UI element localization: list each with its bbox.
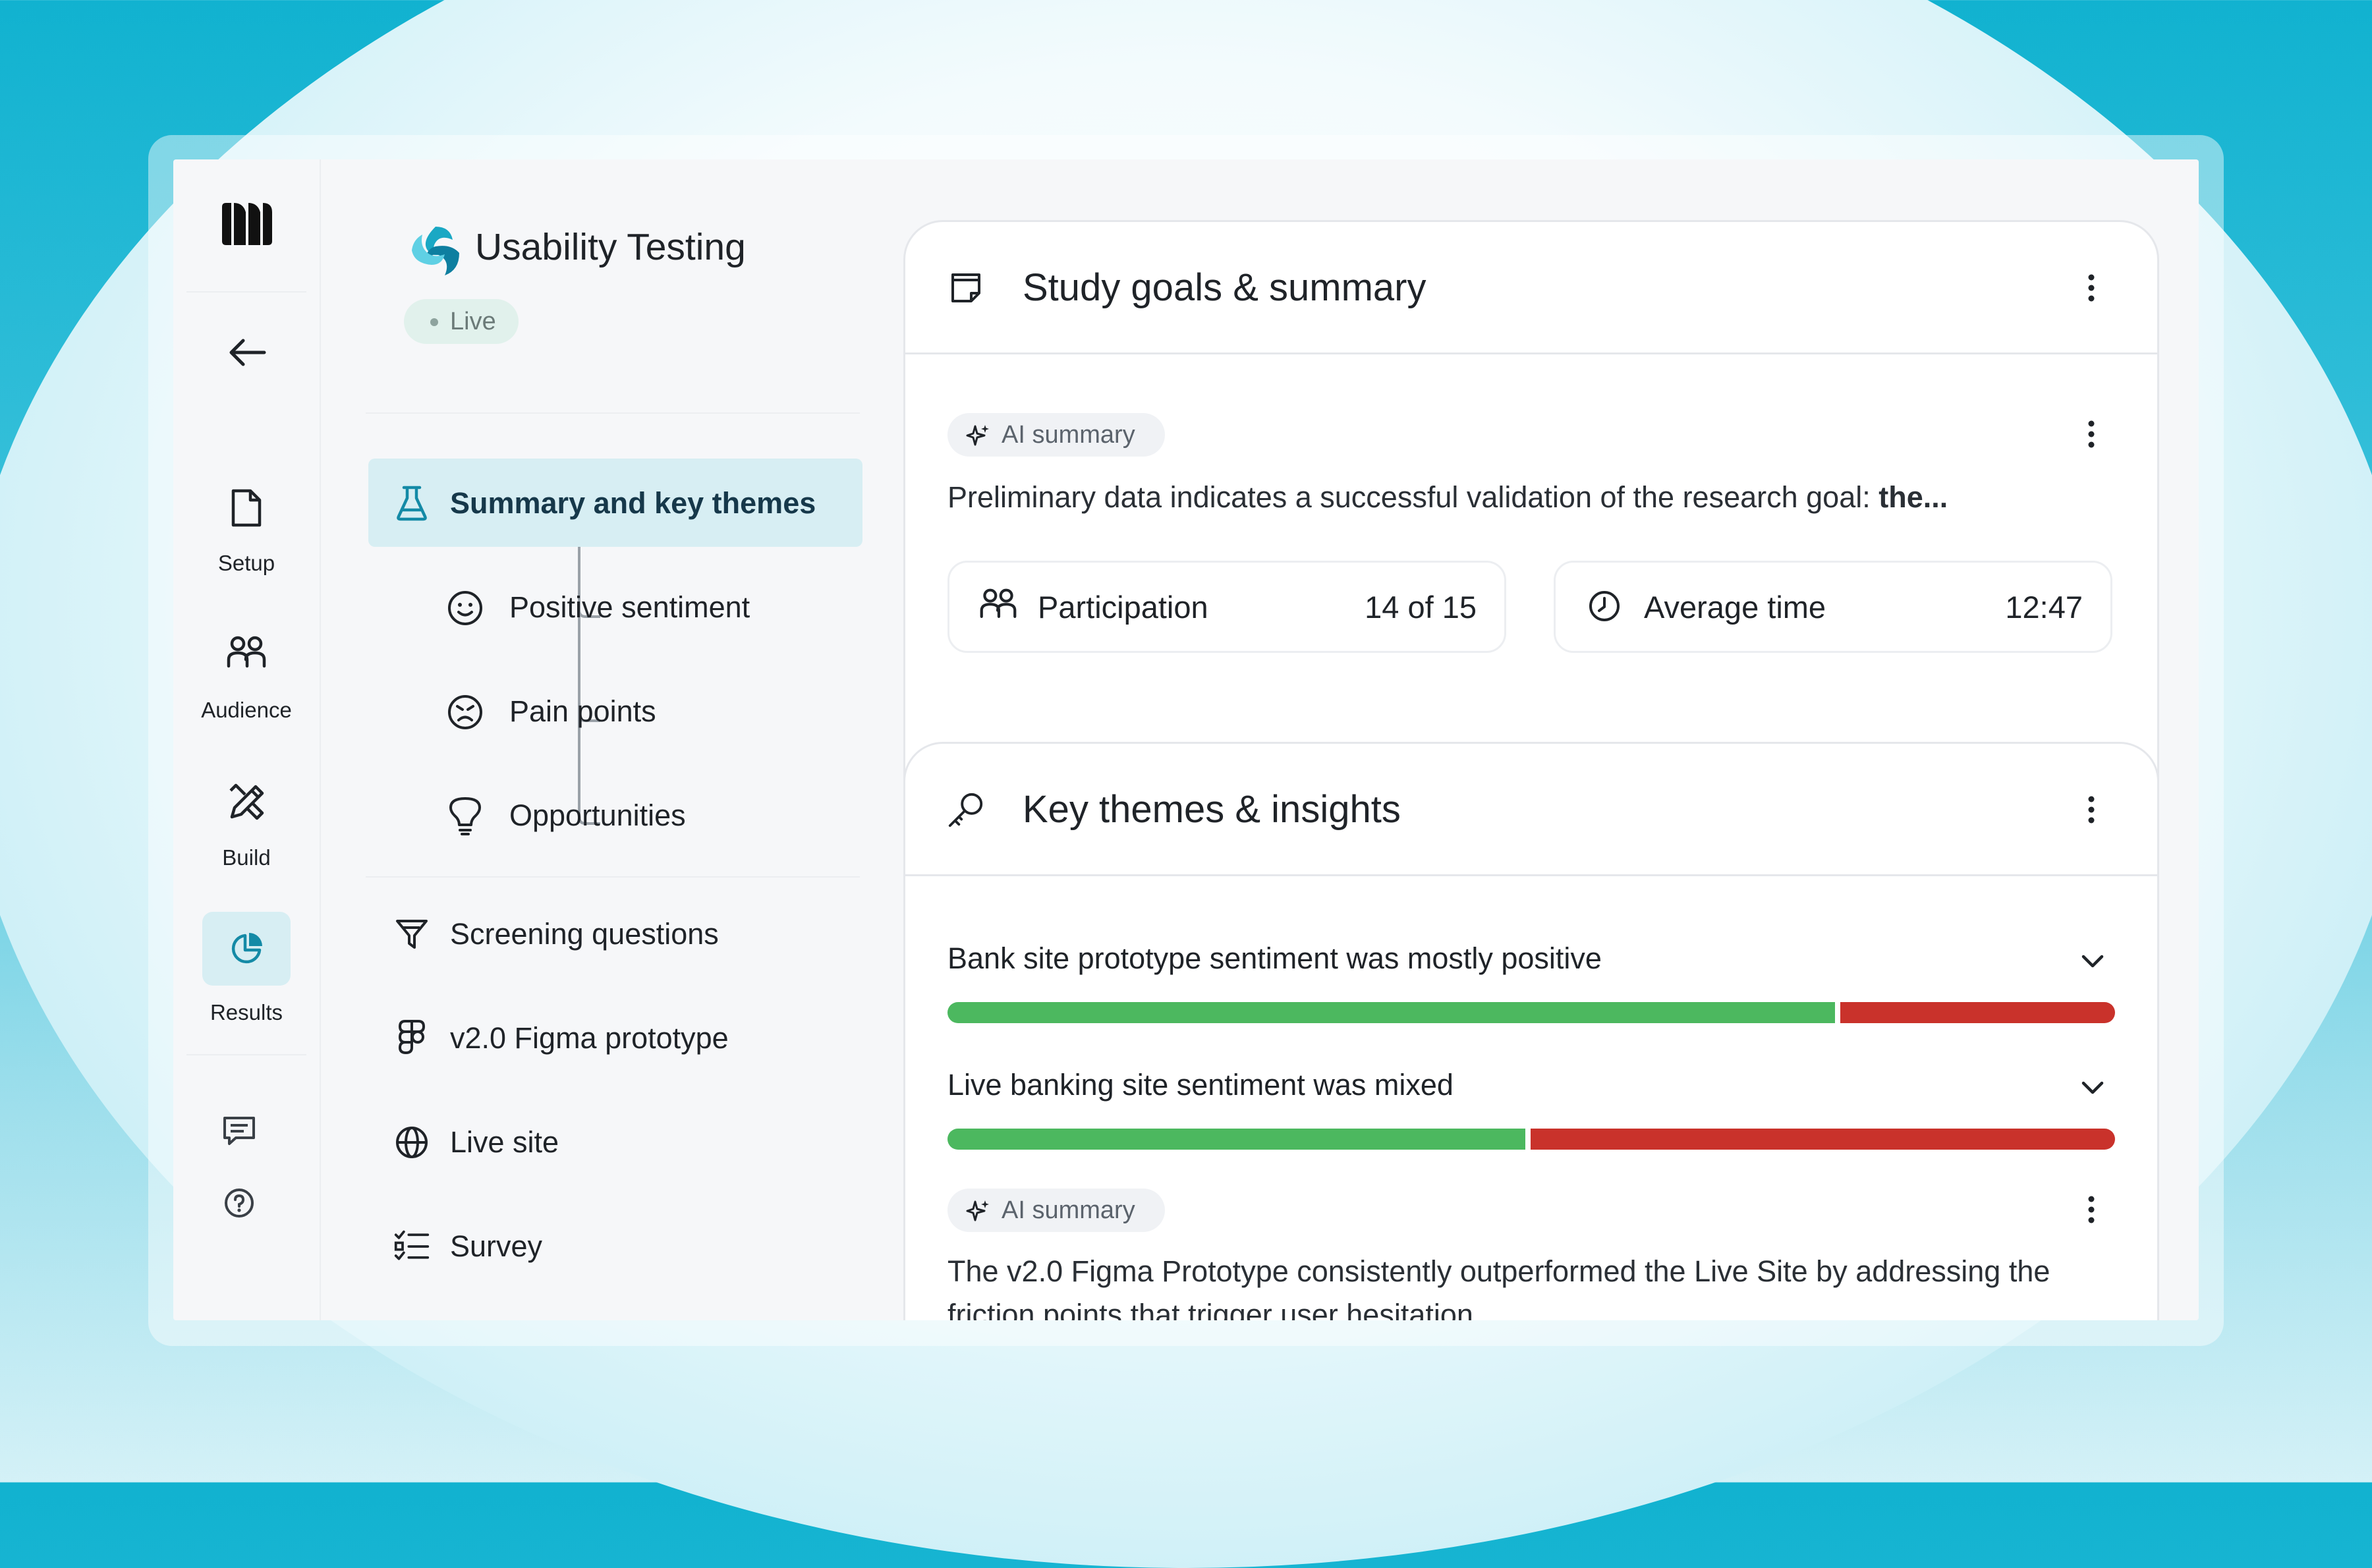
summary-body: Preliminary data indicates a successful … — [947, 480, 1879, 514]
ai-summary-badge: AI summary — [947, 413, 1165, 457]
arrow-left-icon — [229, 339, 266, 366]
status-dot — [430, 318, 438, 326]
nav-subitem-opportunities[interactable]: Opportunities — [432, 771, 853, 859]
status-label: Live — [450, 308, 496, 335]
globe-icon — [393, 1124, 430, 1161]
nav-item-screening-questions[interactable]: Screening questions — [368, 889, 862, 978]
sparkle-icon — [966, 425, 989, 446]
rail-item-audience[interactable]: Audience — [185, 625, 308, 750]
nav-label-figma-prototype: v2.0 Figma prototype — [450, 1021, 729, 1055]
nav-label-live-site: Live site — [450, 1125, 559, 1159]
average-time-stat: Average time 12:47 — [1554, 561, 2112, 653]
figma-icon — [393, 1020, 430, 1057]
nav-label-screening-questions: Screening questions — [450, 917, 719, 951]
project-logo-icon — [404, 220, 467, 283]
ai-summary-label: AI summary — [1002, 1196, 1135, 1224]
rail-divider — [186, 1054, 306, 1055]
nav-item-summary-and-key-themes[interactable]: Summary and key themes — [368, 459, 862, 547]
insight-text: The v2.0 Figma Prototype consistently ou… — [947, 1254, 2050, 1320]
participation-label: Participation — [1038, 590, 1208, 625]
ai-summary-label: AI summary — [1002, 421, 1135, 449]
summary-emphasis: the... — [1878, 480, 1948, 514]
theme-row[interactable]: Bank site prototype sentiment was mostly… — [947, 941, 2115, 1040]
nav-label-survey: Survey — [450, 1229, 543, 1263]
nav-label-summary: Summary and key themes — [450, 486, 816, 520]
nav-item-survey[interactable]: Survey — [368, 1202, 862, 1290]
status-badge: Live — [404, 299, 519, 344]
people-icon — [977, 585, 1019, 627]
rail-label-setup: Setup — [217, 551, 275, 575]
more-options-button[interactable] — [2078, 414, 2104, 454]
chat-icon[interactable] — [221, 1112, 258, 1149]
sentiment-bar — [947, 1129, 2115, 1150]
rail-divider — [186, 291, 306, 293]
chevron-down-icon[interactable] — [2078, 947, 2107, 976]
participation-stat: Participation 14 of 15 — [947, 561, 1506, 653]
icon-rail: Setup Audience Build Results — [173, 159, 321, 1320]
key-themes-card: Key themes & insights Bank site prototyp… — [903, 742, 2159, 1320]
negative-segment — [1531, 1129, 2115, 1150]
average-time-value: 12:47 — [2005, 590, 2083, 625]
nav-label-opportunities: Opportunities — [509, 798, 686, 832]
card-title: Study goals & summary — [1023, 266, 1426, 309]
negative-segment — [1840, 1002, 2115, 1023]
sentiment-bar — [947, 1002, 2115, 1023]
pencil-ruler-icon — [217, 773, 276, 832]
rail-label-audience: Audience — [201, 698, 292, 722]
nav-subitem-pain-points[interactable]: Pain points — [432, 667, 853, 755]
help-icon[interactable] — [221, 1185, 258, 1221]
app-window: Setup Audience Build Results Usability T… — [173, 159, 2199, 1320]
project-title: Usability Testing — [475, 226, 746, 268]
rail-label-results: Results — [210, 1000, 283, 1024]
theme-label: Live banking site sentiment was mixed — [947, 1068, 1454, 1102]
notes-icon — [946, 268, 986, 308]
people-icon — [217, 625, 276, 685]
participation-value: 14 of 15 — [1365, 590, 1477, 625]
rail-item-setup[interactable]: Setup — [185, 478, 308, 603]
more-options-button[interactable] — [2078, 268, 2104, 308]
summary-text: Preliminary data indicates a successful … — [947, 480, 1948, 515]
positive-segment — [947, 1129, 1526, 1150]
card-header: Study goals & summary — [905, 222, 2157, 354]
nav-label-pain-points: Pain points — [509, 694, 656, 728]
sparkle-icon — [966, 1200, 989, 1221]
theme-row[interactable]: Live banking site sentiment was mixed — [947, 1068, 2115, 1167]
document-icon — [217, 478, 276, 538]
theme-label: Bank site prototype sentiment was mostly… — [947, 941, 1602, 975]
nav-item-figma-prototype[interactable]: v2.0 Figma prototype — [368, 994, 862, 1082]
filter-icon — [393, 916, 430, 953]
checklist-icon — [393, 1228, 430, 1265]
average-time-label: Average time — [1644, 590, 1826, 625]
nav-subitem-positive-sentiment[interactable]: Positive sentiment — [432, 563, 853, 651]
pie-chart-icon — [202, 912, 291, 986]
smile-icon — [445, 588, 486, 629]
nav-divider — [366, 412, 860, 414]
rail-item-results[interactable]: Results — [185, 912, 308, 1045]
rail-item-build[interactable]: Build — [185, 773, 308, 898]
flask-icon — [393, 485, 430, 522]
card-header: Key themes & insights — [905, 744, 2157, 876]
more-options-button[interactable] — [2078, 790, 2104, 829]
frown-icon — [445, 692, 486, 733]
key-icon — [946, 790, 986, 829]
positive-segment — [947, 1002, 1835, 1023]
brand-logo[interactable] — [219, 200, 275, 248]
nav-label-positive-sentiment: Positive sentiment — [509, 590, 750, 624]
nav-divider — [366, 876, 860, 878]
more-options-button[interactable] — [2078, 1190, 2104, 1229]
card-title: Key themes & insights — [1023, 788, 1401, 831]
lightbulb-icon — [445, 796, 486, 837]
rail-label-build: Build — [222, 845, 271, 870]
nav-item-live-site[interactable]: Live site — [368, 1098, 862, 1186]
ai-summary-badge: AI summary — [947, 1189, 1165, 1232]
chevron-down-icon[interactable] — [2078, 1073, 2107, 1102]
clock-icon — [1583, 585, 1625, 627]
back-button[interactable] — [226, 336, 267, 369]
